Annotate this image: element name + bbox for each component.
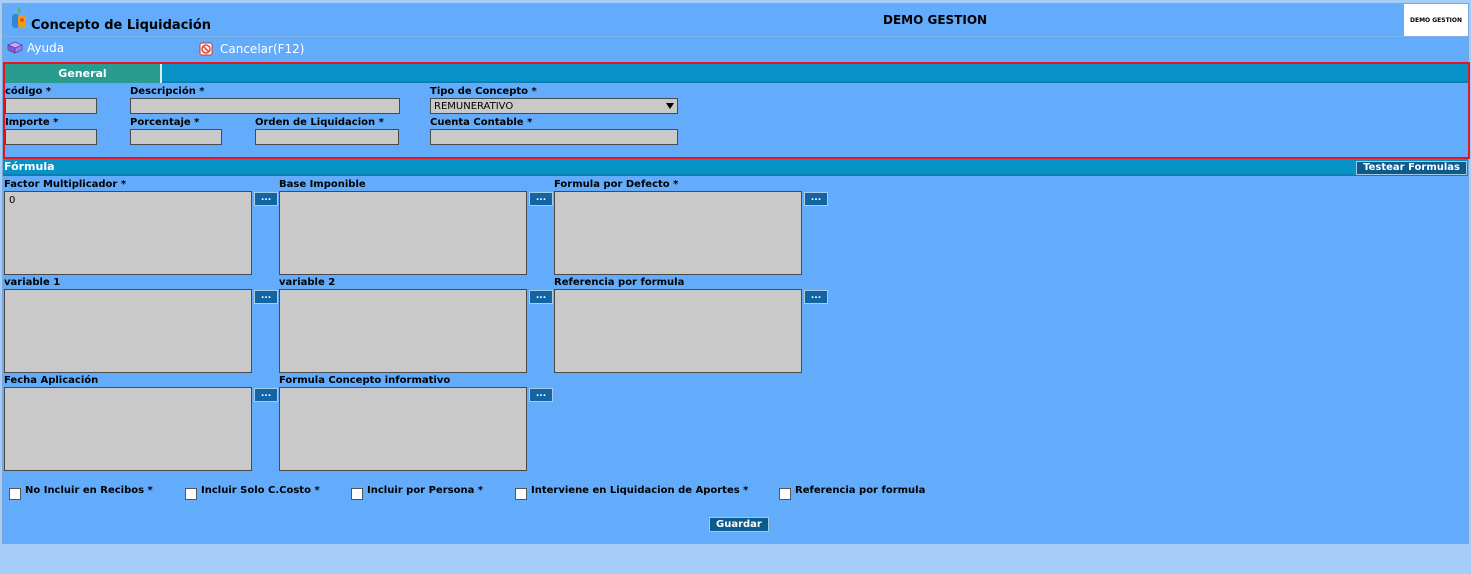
factor-dots-button[interactable]: ... — [254, 192, 278, 206]
formula-defecto-textarea[interactable] — [554, 191, 802, 275]
tipo-concepto-select[interactable]: REMUNERATIVO — [430, 98, 678, 114]
porcentaje-label: Porcentaje * — [130, 117, 200, 128]
formula-informativo-textarea[interactable] — [279, 387, 527, 471]
company-name: DEMO GESTION — [883, 13, 988, 27]
descripcion-input[interactable] — [130, 98, 400, 114]
formula-informativo-dots-button[interactable]: ... — [529, 388, 553, 402]
brand-logo: DEMO GESTION — [1404, 4, 1468, 36]
factor-label: Factor Multiplicador * — [4, 179, 127, 190]
formula-informativo-label: Formula Concepto informativo — [279, 375, 451, 386]
save-button[interactable]: Guardar — [709, 517, 769, 532]
main-frame: Concepto de Liquidación DEMO GESTION DEM… — [2, 3, 1470, 544]
codigo-input[interactable] — [5, 98, 97, 114]
header-divider — [3, 36, 1468, 37]
formula-defecto-dots-button[interactable]: ... — [804, 192, 828, 206]
referencia-formula-textarea[interactable] — [554, 289, 802, 373]
general-tabbar: General — [5, 64, 1468, 83]
porcentaje-input[interactable] — [130, 129, 222, 145]
variable1-dots-button[interactable]: ... — [254, 290, 278, 304]
base-imponible-dots-button[interactable]: ... — [529, 192, 553, 206]
app-logo-icon — [9, 6, 29, 30]
general-section: General código * Descripción * Tipo de C… — [3, 62, 1470, 159]
chevron-down-icon — [666, 103, 674, 109]
action-menu: Ayuda Cancelar(F12) — [3, 38, 1468, 60]
liquidacion-aportes-checkbox[interactable] — [515, 488, 527, 500]
no-incluir-recibos-checkbox[interactable] — [9, 488, 21, 500]
tipo-concepto-label: Tipo de Concepto * — [430, 86, 537, 97]
help-link[interactable]: Ayuda — [7, 41, 64, 55]
help-book-icon — [7, 41, 23, 54]
help-label: Ayuda — [27, 41, 65, 55]
test-formulas-button[interactable]: Testear Formulas — [1356, 161, 1467, 175]
variable2-textarea[interactable] — [279, 289, 527, 373]
por-persona-label: Incluir por Persona * — [367, 485, 484, 496]
referencia-formula-check-label: Referencia por formula — [795, 485, 926, 496]
variable1-label: variable 1 — [4, 277, 61, 288]
cancel-label: Cancelar(F12) — [220, 42, 305, 56]
orden-label: Orden de Liquidacion * — [255, 117, 384, 128]
title-bar: Concepto de Liquidación DEMO GESTION DEM… — [3, 4, 1468, 37]
variable1-textarea[interactable] — [4, 289, 252, 373]
codigo-label: código * — [5, 86, 52, 97]
tab-general[interactable]: General — [5, 64, 162, 83]
formula-section-bar: Fórmula Testear Formulas — [3, 159, 1468, 176]
base-imponible-textarea[interactable] — [279, 191, 527, 275]
cuenta-contable-input[interactable] — [430, 129, 678, 145]
por-persona-checkbox[interactable] — [351, 488, 363, 500]
base-imponible-label: Base Imponible — [279, 179, 366, 190]
no-incluir-recibos-label: No Incluir en Recibos * — [25, 485, 153, 496]
variable2-dots-button[interactable]: ... — [529, 290, 553, 304]
referencia-formula-label: Referencia por formula — [554, 277, 685, 288]
importe-label: Importe * — [5, 117, 59, 128]
fecha-aplicacion-textarea[interactable] — [4, 387, 252, 471]
tipo-concepto-value: REMUNERATIVO — [434, 100, 514, 112]
solo-ccosto-label: Incluir Solo C.Costo * — [201, 485, 320, 496]
orden-input[interactable] — [255, 129, 399, 145]
referencia-formula-dots-button[interactable]: ... — [804, 290, 828, 304]
formula-defecto-label: Formula por Defecto * — [554, 179, 679, 190]
fecha-aplicacion-dots-button[interactable]: ... — [254, 388, 278, 402]
page-title: Concepto de Liquidación — [31, 18, 212, 33]
factor-textarea[interactable]: 0 — [4, 191, 252, 275]
cancel-icon — [199, 42, 213, 56]
cancel-link[interactable]: Cancelar(F12) — [198, 41, 304, 57]
referencia-formula-checkbox[interactable] — [779, 488, 791, 500]
descripcion-label: Descripción * — [130, 86, 205, 97]
variable2-label: variable 2 — [279, 277, 336, 288]
liquidacion-aportes-label: Interviene en Liquidacion de Aportes * — [531, 485, 749, 496]
solo-ccosto-checkbox[interactable] — [185, 488, 197, 500]
formula-title: Fórmula — [4, 160, 55, 173]
fecha-aplicacion-label: Fecha Aplicación — [4, 375, 99, 386]
cuenta-contable-label: Cuenta Contable * — [430, 117, 533, 128]
importe-input[interactable] — [5, 129, 97, 145]
